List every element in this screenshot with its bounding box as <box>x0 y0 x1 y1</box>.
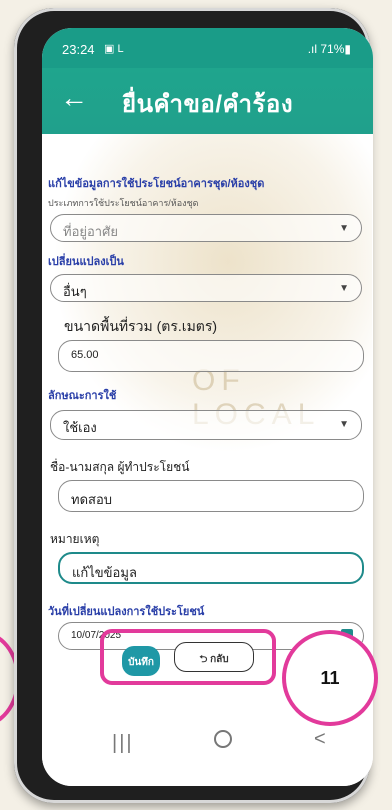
chevron-down-icon: ▼ <box>339 223 349 234</box>
change-to-value: อื่นๆ <box>63 284 87 299</box>
usage-type-value: ที่อยู่อาศัย <box>63 224 118 239</box>
app-bar: ← ยื่นคำขอ/คำร้อง <box>42 68 373 134</box>
chevron-down-icon: ▼ <box>339 283 349 294</box>
recents-icon[interactable]: ||| <box>112 732 134 755</box>
status-bar: 23:24 ▣ L .ıl 71%▮ <box>42 28 373 68</box>
remark-value: แก้ไขข้อมูล <box>72 565 137 580</box>
remark-input[interactable]: แก้ไขข้อมูล <box>58 552 364 584</box>
beneficiary-value: ทดสอบ <box>71 492 113 507</box>
section-title: แก้ไขข้อมูลการใช้ประโยชน์อาคารชุด/ห้องชุ… <box>48 178 265 190</box>
signal-battery: .ıl 71%▮ <box>305 42 351 56</box>
save-button[interactable]: บันทึก <box>122 646 160 676</box>
beneficiary-label: ชื่อ-นามสกุล ผู้ทำประโยชน์ <box>50 460 190 474</box>
usage-type-label: ประเภทการใช้ประโยชน์อาคาร/ห้องชุด <box>48 198 199 208</box>
change-to-select[interactable]: อื่นๆ ▼ <box>50 274 362 302</box>
usage-kind-select[interactable]: ใช้เอง ▼ <box>50 410 362 440</box>
usage-kind-value: ใช้เอง <box>63 420 97 435</box>
usage-kind-label: ลักษณะการใช้ <box>48 390 117 402</box>
change-date-label: วันที่เปลี่ยนแปลงการใช้ประโยชน์ <box>48 606 205 618</box>
home-icon[interactable] <box>214 730 232 748</box>
chevron-down-icon: ▼ <box>339 419 349 430</box>
notification-icons: ▣ L <box>104 43 124 55</box>
area-label: ขนาดพื้นที่รวม (ตร.เมตร) <box>64 318 218 334</box>
usage-type-select[interactable]: ที่อยู่อาศัย ▼ <box>50 214 362 242</box>
remark-label: หมายเหตุ <box>50 532 100 546</box>
area-input[interactable]: 65.00 <box>58 340 364 372</box>
change-to-label: เปลี่ยนแปลงเป็น <box>48 256 124 268</box>
beneficiary-input[interactable]: ทดสอบ <box>58 480 364 512</box>
step-number-badge: 11 <box>282 630 378 726</box>
back-arrow-icon[interactable]: ← <box>60 84 88 112</box>
form-content: OF LOCAL แก้ไขข้อมูลการใช้ประโยชน์อาคารช… <box>42 134 373 712</box>
status-time: 23:24 <box>62 42 95 57</box>
back-button[interactable]: ⮌ กลับ <box>174 642 254 672</box>
area-value: 65.00 <box>71 349 99 361</box>
back-nav-icon[interactable]: < <box>314 728 326 751</box>
page-title: ยื่นคำขอ/คำร้อง <box>122 91 294 118</box>
